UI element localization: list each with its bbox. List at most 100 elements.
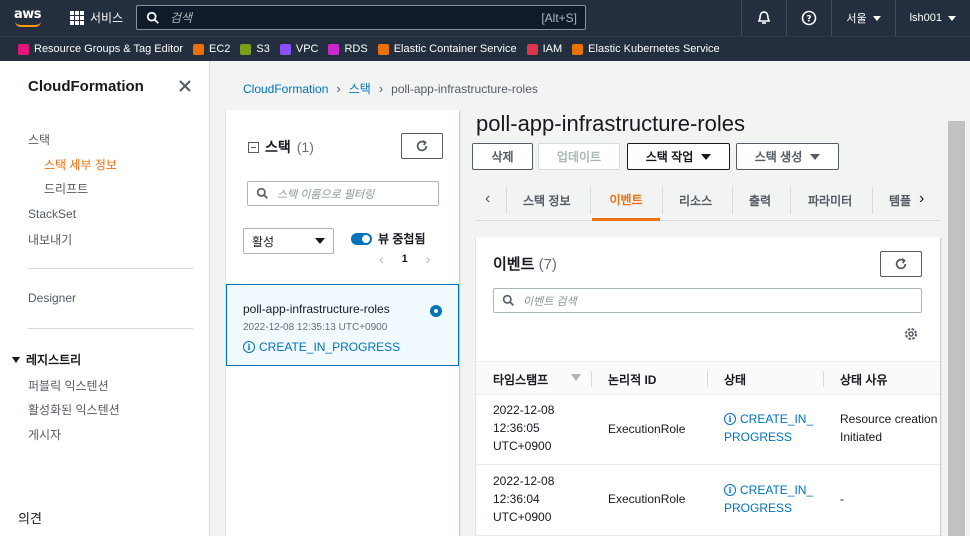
nested-view-toggle[interactable]: 뷰 중첩됨 (351, 230, 426, 247)
timestamp-date: 2022-12-08 (493, 403, 555, 417)
event-search-input[interactable]: 이벤트 검색 (493, 288, 922, 313)
breadcrumb-cloudformation[interactable]: CloudFormation (243, 82, 328, 96)
timestamp-time: 12:36:05 (493, 421, 540, 435)
services-menu-button[interactable]: 서비스 (70, 9, 123, 26)
help-button[interactable]: ? (786, 0, 831, 36)
favorite-iam[interactable]: IAM (526, 43, 562, 55)
breadcrumb-stacks[interactable]: 스택 (349, 80, 371, 97)
page-number[interactable]: 1 (402, 253, 408, 265)
stack-actions-label: 스택 작업 (645, 150, 694, 164)
sidebar-item-designer[interactable]: Designer (28, 291, 76, 305)
sort-down-icon[interactable] (571, 374, 581, 381)
tab-parameters[interactable]: 파라미터 (808, 180, 852, 221)
timestamp-tz: UTC+0900 (493, 439, 552, 453)
search-shortcut: [Alt+S] (541, 10, 577, 25)
chevron-right-icon[interactable]: › (426, 251, 431, 267)
aws-logo[interactable]: aws (14, 6, 46, 30)
account-menu[interactable]: lsh001 (894, 0, 970, 36)
column-status[interactable]: 상태 (724, 371, 746, 388)
tab-separator (790, 187, 791, 214)
sidebar-title[interactable]: CloudFormation (28, 78, 144, 95)
chevron-down-icon (948, 15, 956, 21)
sidebar-item-publisher[interactable]: 게시자 (28, 426, 61, 443)
region-label: 서울 (846, 13, 867, 25)
cloudshell-button[interactable] (741, 0, 786, 36)
status-text: CREATE_IN_ (740, 412, 814, 426)
sidebar-item-activated-extensions[interactable]: 활성화된 익스텐션 (28, 401, 120, 418)
stack-name[interactable]: poll-app-infrastructure-roles (243, 302, 390, 316)
tab-template[interactable]: 템플 (889, 180, 911, 221)
side-navigation: CloudFormation 스택 스택 세부 정보 드리프트 StackSet… (0, 61, 210, 536)
iam-icon (526, 43, 538, 55)
column-status-reason[interactable]: 상태 사유 (840, 371, 888, 388)
tab-stack-info[interactable]: 스택 정보 (523, 180, 571, 221)
timestamp-tz: UTC+0900 (493, 510, 552, 524)
favorite-resource-groups[interactable]: Resource Groups & Tag Editor (18, 43, 183, 55)
caret-down-icon (701, 153, 712, 160)
stack-list-item[interactable]: poll-app-infrastructure-roles 2022-12-08… (226, 284, 459, 366)
refresh-stacks-button[interactable] (401, 133, 443, 159)
event-status-reason: Resource creation Initiated (840, 410, 937, 446)
region-selector[interactable]: 서울 (831, 0, 894, 36)
events-count: (7) (538, 256, 557, 273)
scrollbar-thumb[interactable] (948, 121, 965, 536)
sidebar-item-stackset[interactable]: StackSet (28, 207, 76, 221)
pagination: ‹ 1 › (379, 251, 430, 267)
stack-status-text: CREATE_IN_PROGRESS (259, 340, 401, 354)
chevron-right-icon[interactable]: › (919, 190, 924, 208)
update-button[interactable]: 업데이트 (538, 143, 620, 170)
sidebar-item-stack-details[interactable]: 스택 세부 정보 (44, 156, 117, 173)
stack-select-radio[interactable] (430, 305, 442, 317)
sidebar-item-feedback[interactable]: 의견 (18, 508, 42, 527)
favorite-rds[interactable]: RDS (328, 43, 368, 55)
stack-status: i CREATE_IN_PROGRESS (243, 340, 400, 354)
favorite-ecs[interactable]: Elastic Container Service (377, 43, 517, 55)
favorite-ec2[interactable]: EC2 (192, 43, 231, 55)
event-logical-id: ExecutionRole (608, 492, 686, 506)
sidebar-item-stacks[interactable]: 스택 (28, 131, 50, 148)
timestamp-time: 12:36:04 (493, 492, 540, 506)
stack-filter-input[interactable]: 스택 이름으로 필터링 (247, 181, 439, 206)
status-text-cont: PROGRESS (724, 430, 793, 444)
search-icon (502, 294, 514, 306)
sidebar-item-exports[interactable]: 내보내기 (28, 231, 72, 248)
event-timestamp: 2022-12-08 12:36:05 UTC+0900 (493, 401, 554, 455)
chevron-left-icon[interactable]: ‹ (485, 190, 490, 208)
favorite-s3[interactable]: S3 (240, 43, 270, 55)
status-filter-select[interactable]: 활성 (243, 228, 334, 254)
column-separator (591, 371, 592, 387)
tab-outputs[interactable]: 출력 (749, 180, 771, 221)
event-search-placeholder: 이벤트 검색 (523, 295, 577, 308)
events-panel: 이벤트 (7) 이벤트 검색 타임스탬프 논리적 ID 상태 상태 사유 202… (476, 237, 940, 536)
sidebar-divider (28, 328, 193, 329)
favorite-eks[interactable]: Elastic Kubernetes Service (572, 43, 720, 55)
create-stack-button[interactable]: 스택 생성 (736, 143, 839, 170)
sidebar-item-drift[interactable]: 드리프트 (44, 180, 88, 197)
detail-tabs: ‹ 스택 정보 이벤트 리소스 출력 파라미터 템플 › (476, 180, 940, 221)
gear-icon[interactable] (903, 326, 919, 342)
sidebar-item-public-extensions[interactable]: 퍼블릭 익스텐션 (28, 377, 109, 394)
collapse-icon[interactable] (248, 141, 259, 153)
breadcrumb: CloudFormation › 스택 › poll-app-infrastru… (243, 80, 538, 97)
table-row: 2022-12-08 12:36:04 UTC+0900 ExecutionRo… (476, 465, 940, 536)
refresh-events-button[interactable] (880, 251, 922, 277)
rds-icon (328, 43, 340, 55)
favorite-vpc[interactable]: VPC (279, 43, 318, 55)
chevron-down-icon (872, 15, 881, 21)
toggle-switch[interactable] (351, 232, 372, 245)
sidebar-section-registry[interactable]: 레지스트리 (12, 351, 81, 368)
delete-button[interactable]: 삭제 (472, 143, 533, 170)
column-timestamp[interactable]: 타임스탬프 (493, 371, 548, 388)
column-logical-id[interactable]: 논리적 ID (608, 371, 656, 388)
event-timestamp: 2022-12-08 12:36:04 UTC+0900 (493, 472, 554, 526)
services-label: 서비스 (90, 11, 124, 25)
tab-events[interactable]: 이벤트 (592, 180, 660, 221)
global-search-input[interactable]: 검색 [Alt+S] (136, 5, 586, 30)
favorite-label: EC2 (208, 43, 231, 55)
close-icon[interactable] (177, 78, 193, 94)
reason-text-cont: Initiated (840, 430, 883, 444)
info-icon: i (243, 341, 255, 353)
chevron-left-icon[interactable]: ‹ (379, 251, 384, 267)
tab-resources[interactable]: 리소스 (679, 180, 712, 221)
stack-actions-button[interactable]: 스택 작업 (627, 143, 730, 170)
